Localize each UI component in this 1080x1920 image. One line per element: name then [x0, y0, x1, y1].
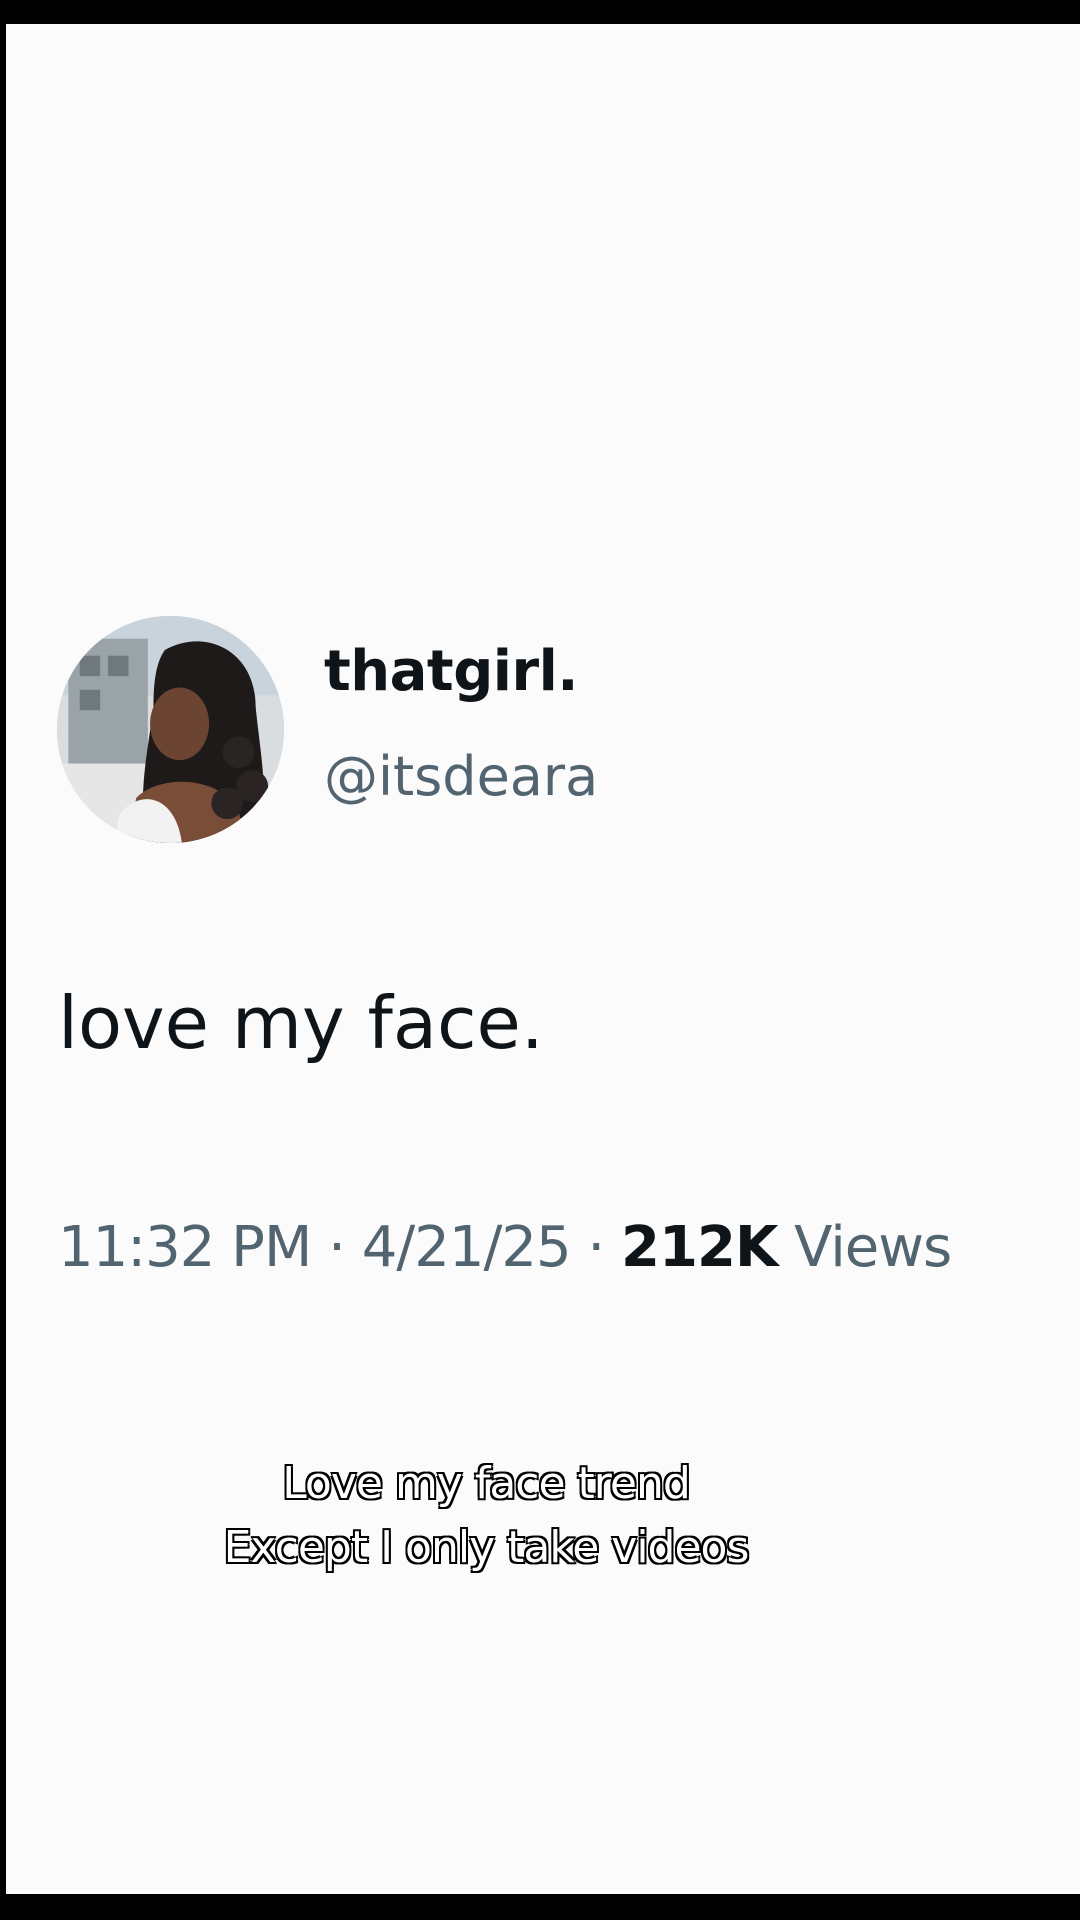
- user-handle[interactable]: @itsdeara: [324, 750, 598, 804]
- views-label: Views: [794, 1215, 952, 1280]
- meta-separator: ·: [328, 1215, 346, 1280]
- tweet-time[interactable]: 11:32 PM: [58, 1215, 312, 1280]
- display-name[interactable]: thatgirl.: [324, 644, 579, 700]
- video-frame: thatgirl. @itsdeara love my face. 11:32 …: [0, 0, 1080, 1920]
- avatar-photo: [57, 616, 284, 843]
- tweet-date[interactable]: 4/21/25: [362, 1215, 572, 1280]
- caption-line: Love my face trend: [281, 1457, 692, 1510]
- caption-line: Except I only take videos: [223, 1521, 751, 1574]
- tweet-metadata: 11:32 PM · 4/21/25 · 212K Views: [58, 1220, 952, 1276]
- tweet-text: love my face.: [58, 981, 544, 1065]
- video-caption: Love my face trend Except I only take vi…: [6, 1452, 966, 1580]
- meta-separator: ·: [587, 1215, 605, 1280]
- tweet-screenshot: thatgirl. @itsdeara love my face. 11:32 …: [6, 24, 1080, 1894]
- avatar[interactable]: [57, 616, 284, 843]
- views-count: 212K: [621, 1215, 778, 1280]
